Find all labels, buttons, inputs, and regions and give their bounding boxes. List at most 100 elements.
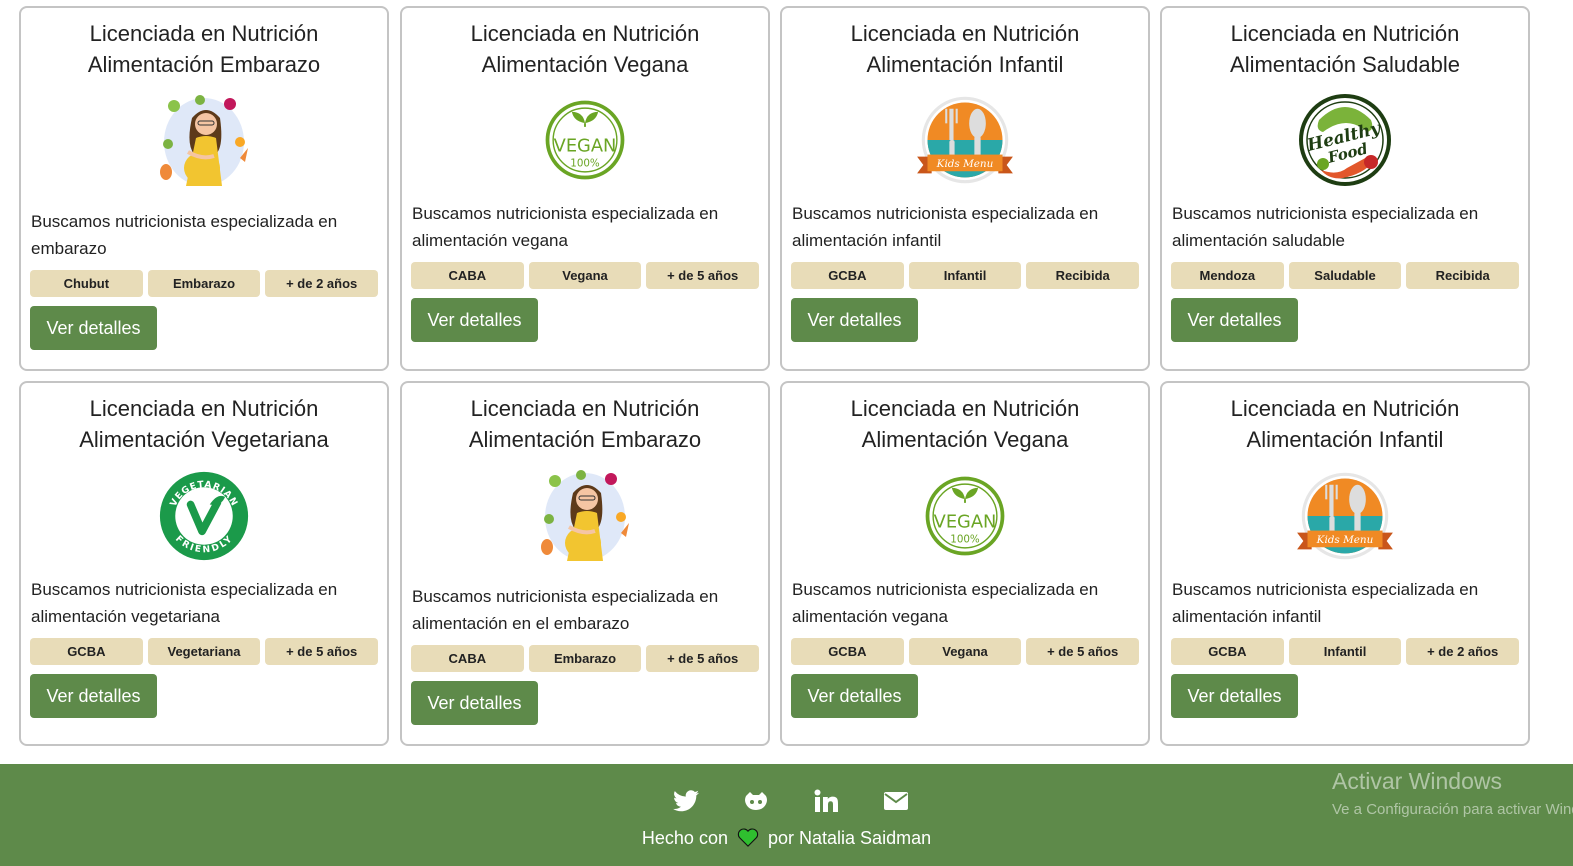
vegan-logo-text: VEGAN (554, 135, 617, 156)
details-button[interactable]: Ver detalles (1171, 674, 1298, 718)
heart-icon (737, 828, 759, 852)
healthy-food-badge: Healthy Food (1171, 80, 1519, 200)
card-description: Buscamos nutricionista especializada en … (792, 580, 1099, 626)
card-description: Buscamos nutricionista especializada en … (31, 212, 338, 258)
experience-tag: + de 5 años (646, 645, 760, 672)
card-title: Licenciada en Nutrición Alimentación Inf… (791, 18, 1139, 80)
card-title-line: Licenciada en Nutrición (850, 21, 1080, 46)
job-card: Licenciada en Nutrición Alimentación Veg… (400, 6, 770, 371)
location-tag: GCBA (1171, 638, 1284, 665)
card-title-line: Licenciada en Nutrición (89, 21, 319, 46)
specialty-tag: Infantil (908, 262, 1022, 289)
pregnant-woman-illustration (30, 80, 378, 208)
card-subtitle-line: Alimentación Saludable (1230, 52, 1460, 77)
vegan-logo-percent: 100% (950, 533, 980, 545)
card-title: Licenciada en Nutrición Alimentación Inf… (1171, 393, 1519, 455)
vegan-100-badge: VEGAN 100% (791, 455, 1139, 576)
watermark-subtitle: Ve a Configuración para activar Windows. (1332, 801, 1573, 818)
credit-suffix: por Natalia Saidman (768, 828, 932, 848)
card-tags: GCBA Vegana + de 5 años (791, 638, 1140, 665)
job-card: Licenciada en Nutrición Alimentación Inf… (780, 6, 1150, 371)
details-button[interactable]: Ver detalles (30, 306, 157, 350)
specialty-tag: Vegetariana (147, 638, 261, 665)
email-icon[interactable] (878, 787, 914, 815)
twitter-icon[interactable] (668, 787, 704, 815)
card-subtitle-line: Alimentación Embarazo (87, 52, 321, 77)
card-description: Buscamos nutricionista especializada en … (792, 204, 1099, 250)
status-tag: Recibida (1406, 262, 1520, 289)
page-footer: Hecho con por Natalia Saidman Activar Wi… (0, 764, 1573, 866)
kids-menu-badge: Kids Menu (1171, 455, 1519, 576)
card-subtitle-line: Alimentación Vegetariana (79, 427, 329, 452)
card-title-line: Licenciada en Nutrición (1230, 21, 1460, 46)
vegan-logo-percent: 100% (570, 157, 600, 169)
location-tag: Chubut (30, 270, 143, 297)
card-description: Buscamos nutricionista especializada en … (412, 587, 719, 633)
details-button[interactable]: Ver detalles (791, 674, 918, 718)
job-card: Licenciada en Nutrición Alimentación Veg… (780, 381, 1150, 746)
card-title: Licenciada en Nutrición Alimentación Emb… (411, 393, 759, 455)
card-title: Licenciada en Nutrición Alimentación Sal… (1171, 18, 1519, 80)
details-button[interactable]: Ver detalles (411, 681, 538, 725)
experience-tag: + de 2 años (265, 270, 379, 297)
specialty-tag: Infantil (1288, 638, 1402, 665)
card-description: Buscamos nutricionista especializada en … (1172, 580, 1479, 626)
card-title-line: Licenciada en Nutrición (89, 396, 319, 421)
card-description: Buscamos nutricionista especializada en … (1172, 204, 1479, 250)
details-button[interactable]: Ver detalles (411, 298, 538, 342)
card-subtitle-line: Alimentación Infantil (866, 52, 1064, 77)
location-tag: GCBA (791, 262, 904, 289)
experience-tag: + de 5 años (265, 638, 379, 665)
pregnant-woman-illustration (411, 455, 759, 583)
kids-menu-text: Kids Menu (1316, 534, 1374, 546)
location-tag: CABA (411, 645, 524, 672)
card-tags: GCBA Infantil Recibida (791, 262, 1140, 289)
experience-tag: + de 5 años (646, 262, 760, 289)
card-subtitle-line: Alimentación Infantil (1246, 427, 1444, 452)
specialty-tag: Vegana (528, 262, 642, 289)
kids-menu-badge: Kids Menu (791, 80, 1139, 200)
job-card: Licenciada en Nutrición Alimentación Emb… (400, 381, 770, 746)
status-tag: Recibida (1026, 262, 1140, 289)
card-title-line: Licenciada en Nutrición (470, 21, 700, 46)
github-icon[interactable] (738, 787, 774, 815)
specialty-tag: Saludable (1288, 262, 1402, 289)
kids-menu-text: Kids Menu (936, 158, 994, 170)
details-button[interactable]: Ver detalles (1171, 298, 1298, 342)
card-description: Buscamos nutricionista especializada en … (31, 580, 338, 626)
card-title-line: Licenciada en Nutrición (1230, 396, 1460, 421)
experience-tag: + de 5 años (1026, 638, 1140, 665)
location-tag: GCBA (30, 638, 143, 665)
vegan-logo-text: VEGAN (934, 511, 997, 532)
card-subtitle-line: Alimentación Vegana (861, 427, 1069, 452)
card-tags: Mendoza Saludable Recibida (1171, 262, 1520, 289)
card-title: Licenciada en Nutrición Alimentación Veg… (411, 18, 759, 80)
windows-activation-watermark: Activar Windows Ve a Configuración para … (1332, 768, 1573, 818)
card-tags: GCBA Vegetariana + de 5 años (30, 638, 379, 665)
vegetarian-friendly-badge: VEGETARIAN FRIENDLY (30, 455, 378, 576)
job-card: Licenciada en Nutrición Alimentación Sal… (1160, 6, 1530, 371)
details-button[interactable]: Ver detalles (30, 674, 157, 718)
card-tags: CABA Embarazo + de 5 años (411, 645, 760, 672)
experience-tag: + de 2 años (1406, 638, 1520, 665)
card-tags: GCBA Infantil + de 2 años (1171, 638, 1520, 665)
linkedin-icon[interactable] (808, 787, 844, 815)
job-card: Licenciada en Nutrición Alimentación Emb… (19, 6, 389, 371)
job-card: Licenciada en Nutrición Alimentación Inf… (1160, 381, 1530, 746)
card-description: Buscamos nutricionista especializada en … (412, 204, 719, 250)
card-title: Licenciada en Nutrición Alimentación Veg… (791, 393, 1139, 455)
watermark-title: Activar Windows (1332, 768, 1502, 794)
details-button[interactable]: Ver detalles (791, 298, 918, 342)
vegan-100-badge: VEGAN 100% (411, 80, 759, 200)
location-tag: Mendoza (1171, 262, 1284, 289)
card-title-line: Licenciada en Nutrición (850, 396, 1080, 421)
job-card: Licenciada en Nutrición Alimentación Veg… (19, 381, 389, 746)
footer-credit: Hecho con por Natalia Saidman (0, 828, 1573, 852)
credit-prefix: Hecho con (641, 828, 728, 848)
card-tags: CABA Vegana + de 5 años (411, 262, 760, 289)
card-title-line: Licenciada en Nutrición (470, 396, 700, 421)
card-subtitle-line: Alimentación Embarazo (468, 427, 702, 452)
card-title: Licenciada en Nutrición Alimentación Emb… (30, 18, 378, 80)
specialty-tag: Embarazo (528, 645, 642, 672)
card-subtitle-line: Alimentación Vegana (481, 52, 689, 77)
